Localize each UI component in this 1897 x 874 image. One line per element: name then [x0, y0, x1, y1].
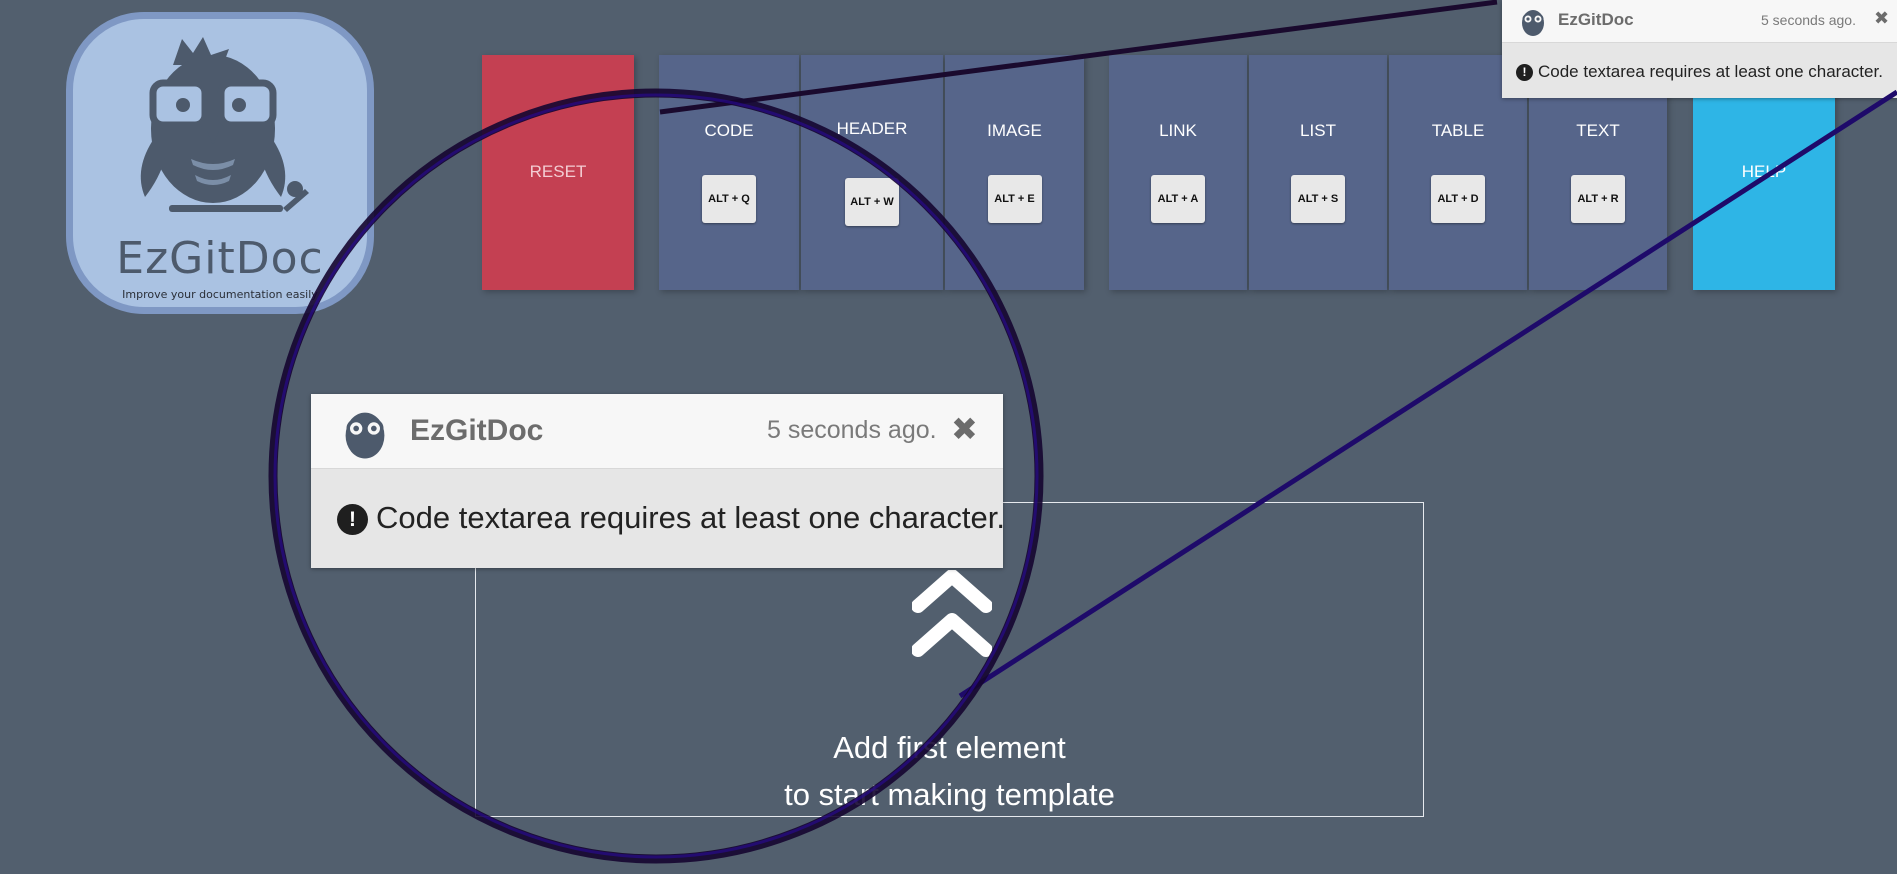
text-label: TEXT — [1576, 121, 1620, 140]
header-button[interactable]: HEADER ALT + W — [801, 55, 943, 290]
hint-line-2: to start making template — [784, 777, 1115, 812]
link-shortcut: ALT + A — [1151, 175, 1205, 223]
image-label: IMAGE — [987, 121, 1042, 140]
notification-message: Code textarea requires at least one char… — [1538, 62, 1883, 81]
code-button[interactable]: CODE ALT + Q — [659, 55, 799, 290]
logo-tagline: Improve your documentation easily — [122, 288, 318, 301]
chevron-up-icon — [912, 570, 992, 657]
notification-message-magnified: Code textarea requires at least one char… — [376, 500, 1005, 535]
notification-time: 5 seconds ago. — [1761, 12, 1856, 28]
owl-icon — [1522, 10, 1544, 36]
notification-header: EzGitDoc 5 seconds ago. ✖ — [1502, 0, 1897, 43]
close-icon[interactable]: ✖ — [1874, 8, 1889, 29]
header-label: HEADER — [836, 119, 908, 138]
image-button[interactable]: IMAGE ALT + E — [945, 55, 1084, 290]
reset-label: RESET — [529, 162, 587, 181]
image-shortcut: ALT + E — [987, 175, 1042, 223]
header-shortcut: ALT + W — [845, 178, 899, 226]
notification-message-row-magnified: ! Code textarea requires at least one cha… — [337, 500, 1005, 536]
code-shortcut: ALT + Q — [702, 175, 756, 223]
notification-header-magnified: EzGitDoc 5 seconds ago. ✖ — [311, 394, 1003, 469]
notification-app-name-magnified: EzGitDoc — [410, 414, 544, 447]
list-shortcut: ALT + S — [1291, 175, 1345, 223]
exclamation-icon: ! — [1516, 64, 1533, 82]
link-button[interactable]: LINK ALT + A — [1109, 55, 1247, 290]
notification-message-row: ! Code textarea requires at least one cha… — [1516, 62, 1883, 82]
notification-time-magnified: 5 seconds ago. — [767, 416, 937, 444]
logo-title: EzGitDoc — [116, 233, 324, 284]
table-shortcut: ALT + D — [1431, 175, 1485, 223]
notification-app-name: EzGitDoc — [1558, 10, 1634, 29]
exclamation-icon: ! — [337, 504, 368, 536]
link-label: LINK — [1159, 121, 1197, 140]
list-button[interactable]: LIST ALT + S — [1249, 55, 1387, 290]
logo: EzGitDoc Improve your documentation easi… — [66, 12, 374, 314]
empty-template-hint: Add first element to start making templa… — [476, 724, 1423, 818]
notification-toast: EzGitDoc 5 seconds ago. ✖ ! Code textarea… — [1502, 0, 1897, 98]
notification-toast-magnified: EzGitDoc 5 seconds ago. ✖ ! Code textarea… — [311, 394, 1005, 568]
reset-button[interactable]: RESET — [482, 55, 634, 290]
list-label: LIST — [1300, 121, 1336, 140]
table-label: TABLE — [1431, 121, 1485, 140]
hint-line-1: Add first element — [833, 730, 1066, 765]
text-shortcut: ALT + R — [1571, 175, 1625, 223]
code-label: CODE — [704, 121, 754, 140]
close-icon[interactable]: ✖ — [951, 410, 978, 448]
app-page: EzGitDoc Improve your documentation easi… — [0, 0, 1897, 874]
help-label: HELP — [1741, 162, 1787, 181]
owl-icon — [345, 412, 385, 459]
